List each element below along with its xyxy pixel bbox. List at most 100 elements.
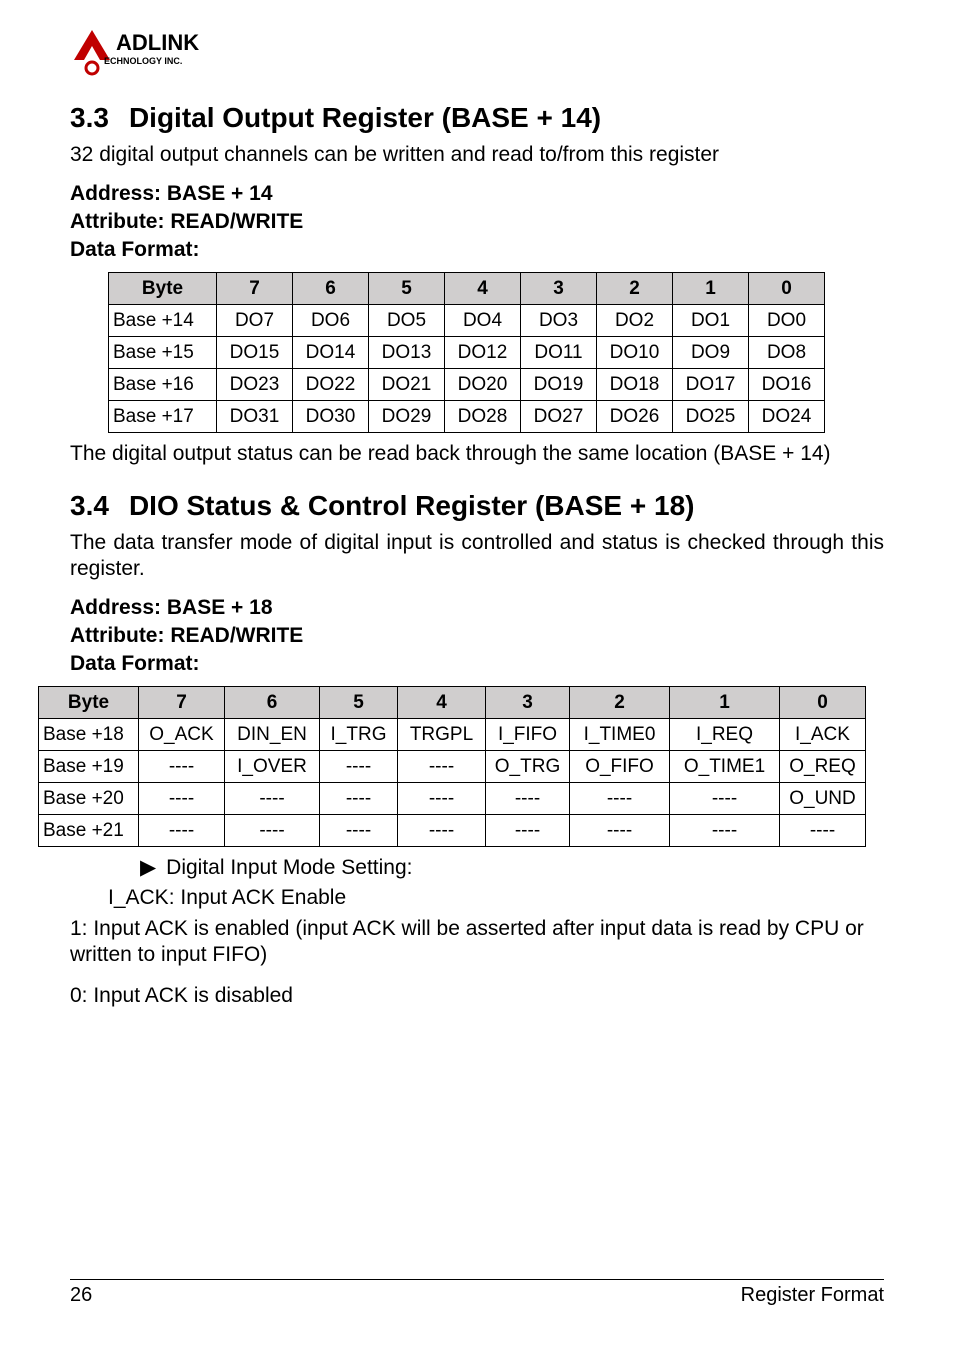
col-bit-0: 0	[780, 687, 866, 719]
section-3-4-heading: 3.4 DIO Status & Control Register (BASE +…	[70, 490, 884, 522]
cell: ----	[780, 815, 866, 847]
cell: I_OVER	[225, 751, 320, 783]
cell: DO2	[597, 305, 673, 337]
cell: DO10	[597, 337, 673, 369]
col-byte: Byte	[109, 273, 217, 305]
cell: ----	[320, 751, 398, 783]
cell: ----	[570, 815, 670, 847]
cell: DO1	[673, 305, 749, 337]
section-3-3-intro: 32 digital output channels can be writte…	[70, 142, 884, 168]
cell: DO27	[521, 401, 597, 433]
cell: O_REQ	[780, 751, 866, 783]
col-bit-4: 4	[398, 687, 486, 719]
logo-line1: ADLINK	[116, 30, 199, 55]
cell: ----	[670, 783, 780, 815]
table-header-row: Byte 7 6 5 4 3 2 1 0	[109, 273, 825, 305]
col-bit-2: 2	[570, 687, 670, 719]
row-label: Base +21	[39, 815, 139, 847]
page-number: 26	[70, 1284, 92, 1307]
table-row: Base +20 ---- ---- ---- ---- ---- ---- -…	[39, 783, 866, 815]
col-bit-6: 6	[293, 273, 369, 305]
table-row: Base +14 DO7 DO6 DO5 DO4 DO3 DO2 DO1 DO0	[109, 305, 825, 337]
cell: DO3	[521, 305, 597, 337]
col-byte: Byte	[39, 687, 139, 719]
cell: DO21	[369, 369, 445, 401]
col-bit-3: 3	[486, 687, 570, 719]
iack-label: I_ACK: Input ACK Enable	[108, 886, 884, 910]
cell: DO12	[445, 337, 521, 369]
cell: DO16	[749, 369, 825, 401]
cell: DO25	[673, 401, 749, 433]
table-row: Base +17 DO31 DO30 DO29 DO28 DO27 DO26 D…	[109, 401, 825, 433]
cell: ----	[139, 815, 225, 847]
cell: I_FIFO	[486, 719, 570, 751]
section-3-4-number: 3.4	[70, 490, 109, 522]
col-bit-5: 5	[320, 687, 398, 719]
triangle-bullet-icon: ▶	[140, 856, 156, 879]
col-bit-7: 7	[217, 273, 293, 305]
cell: DO23	[217, 369, 293, 401]
cell: I_TRG	[320, 719, 398, 751]
cell: O_ACK	[139, 719, 225, 751]
section-3-4-intro: The data transfer mode of digital input …	[70, 530, 884, 583]
cell: ----	[139, 783, 225, 815]
table-row: Base +18 O_ACK DIN_EN I_TRG TRGPL I_FIFO…	[39, 719, 866, 751]
bullet-digital-input-mode: ▶ Digital Input Mode Setting:	[140, 855, 884, 880]
cell: DO7	[217, 305, 293, 337]
row-label: Base +20	[39, 783, 139, 815]
col-bit-2: 2	[597, 273, 673, 305]
cell: ----	[320, 783, 398, 815]
row-label: Base +15	[109, 337, 217, 369]
cell: DO9	[673, 337, 749, 369]
table-row: Base +16 DO23 DO22 DO21 DO20 DO19 DO18 D…	[109, 369, 825, 401]
cell: ----	[398, 815, 486, 847]
bullet-text: Digital Input Mode Setting:	[166, 856, 412, 879]
sec34-dataformat: Data Format:	[70, 652, 884, 676]
cell: DO17	[673, 369, 749, 401]
cell: DO11	[521, 337, 597, 369]
row-label: Base +17	[109, 401, 217, 433]
cell: O_FIFO	[570, 751, 670, 783]
cell: ----	[139, 751, 225, 783]
cell: DO29	[369, 401, 445, 433]
table-header-row: Byte 7 6 5 4 3 2 1 0	[39, 687, 866, 719]
col-bit-0: 0	[749, 273, 825, 305]
section-3-4-title: DIO Status & Control Register (BASE + 18…	[129, 490, 695, 521]
cell: ----	[486, 783, 570, 815]
cell: DO31	[217, 401, 293, 433]
cell: ----	[320, 815, 398, 847]
cell: DO15	[217, 337, 293, 369]
section-3-3-title: Digital Output Register (BASE + 14)	[129, 102, 601, 133]
cell: DIN_EN	[225, 719, 320, 751]
cell: DO24	[749, 401, 825, 433]
cell: DO4	[445, 305, 521, 337]
cell: DO5	[369, 305, 445, 337]
cell: DO30	[293, 401, 369, 433]
cell: O_TRG	[486, 751, 570, 783]
col-bit-4: 4	[445, 273, 521, 305]
cell: DO6	[293, 305, 369, 337]
section-3-3-heading: 3.3Digital Output Register (BASE + 14)	[70, 102, 884, 134]
row-label: Base +14	[109, 305, 217, 337]
sec33-post: The digital output status can be read ba…	[70, 441, 884, 467]
col-bit-7: 7	[139, 687, 225, 719]
cell: ----	[398, 751, 486, 783]
row-label: Base +16	[109, 369, 217, 401]
iack-disabled-desc: 0: Input ACK is disabled	[70, 983, 884, 1009]
table-row: Base +21 ---- ---- ---- ---- ---- ---- -…	[39, 815, 866, 847]
chapter-title: Register Format	[741, 1284, 884, 1307]
cell: ----	[225, 815, 320, 847]
cell: DO14	[293, 337, 369, 369]
sec33-attribute: Attribute: READ/WRITE	[70, 210, 884, 234]
sec34-attribute: Attribute: READ/WRITE	[70, 624, 884, 648]
cell: DO18	[597, 369, 673, 401]
cell: ----	[225, 783, 320, 815]
sec33-dataformat: Data Format:	[70, 238, 884, 262]
cell: DO28	[445, 401, 521, 433]
cell: DO0	[749, 305, 825, 337]
iack-enabled-desc: 1: Input ACK is enabled (input ACK will …	[70, 916, 884, 969]
brand-logo: ADLINK ECHNOLOGY INC.	[70, 24, 884, 80]
cell: DO20	[445, 369, 521, 401]
cell: ----	[670, 815, 780, 847]
table-row: Base +15 DO15 DO14 DO13 DO12 DO11 DO10 D…	[109, 337, 825, 369]
